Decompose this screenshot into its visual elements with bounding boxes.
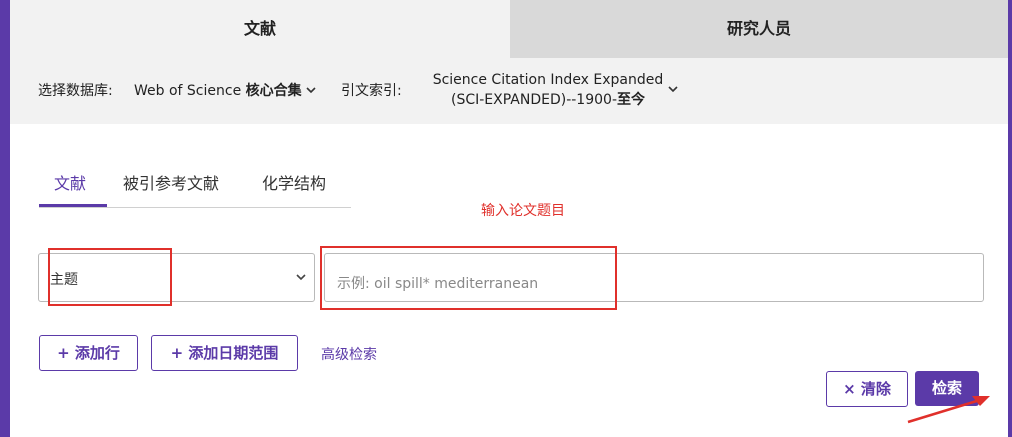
citation-index-select[interactable]: Science Citation Index Expanded (SCI-EXP… [418,70,678,110]
chevron-down-icon [296,270,306,284]
tab-researchers[interactable]: 研究人员 [510,0,1008,58]
search-card: 文献 研究人员 选择数据库: Web of Science 核心合集 引文索引:… [10,0,1008,437]
subtab-documents[interactable]: 文献 [54,170,86,194]
advanced-search-link[interactable]: 高级检索 [321,344,377,364]
top-tabs: 文献 研究人员 [10,0,1008,58]
database-value-bold: 核心合集 [245,83,302,99]
active-tab-indicator [39,204,107,207]
search-type-tabs: 文献 被引参考文献 化学结构 [39,164,351,208]
annotation-note: 输入论文题目 [481,203,565,219]
search-field-select[interactable]: 主题 [38,253,315,302]
database-value: Web of Science [134,83,246,99]
subtab-cited-references[interactable]: 被引参考文献 [123,170,219,194]
database-bar: 选择数据库: Web of Science 核心合集 引文索引: Science… [10,58,1008,124]
tab-documents[interactable]: 文献 [10,0,510,58]
clear-button[interactable]: × 清除 [826,371,908,407]
citation-index-range-bold: 至今 [617,92,645,108]
subtab-chemical-structure[interactable]: 化学结构 [262,170,326,194]
citation-index-line1: Science Citation Index Expanded [432,72,664,88]
search-button[interactable]: 检索 [915,371,979,406]
chevron-down-icon [306,84,316,97]
citation-index-line2: (SCI-EXPANDED)--1900-至今 [418,90,678,110]
database-select[interactable]: Web of Science 核心合集 [134,80,316,100]
database-label: 选择数据库: [38,83,113,99]
chevron-down-icon [668,80,678,100]
search-field-value: 主题 [50,272,78,288]
add-row-button[interactable]: + 添加行 [39,335,138,371]
add-date-range-button[interactable]: + 添加日期范围 [151,335,298,371]
citation-index-range: (SCI-EXPANDED)--1900- [451,92,617,108]
citation-index-label: 引文索引: [341,83,402,99]
search-query-input[interactable] [324,253,984,302]
